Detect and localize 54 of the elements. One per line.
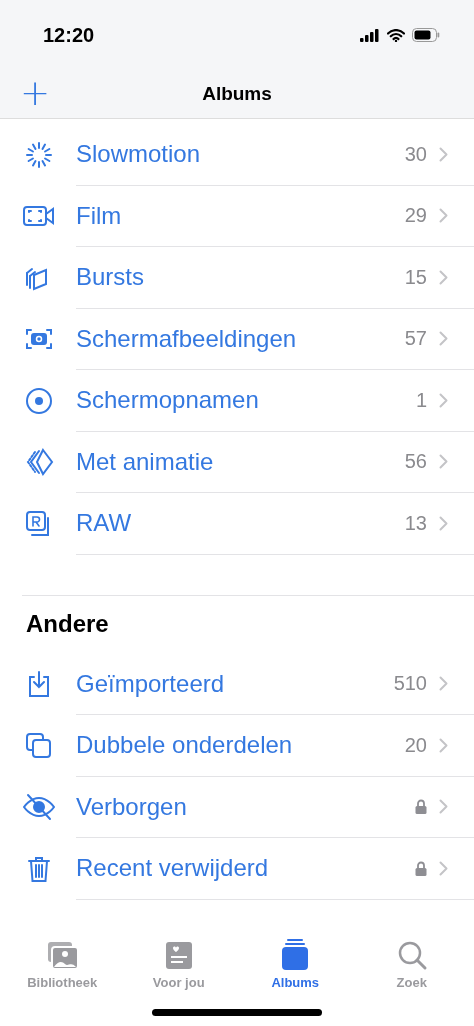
chevron-icon: [439, 331, 448, 347]
album-title: Schermopnamen: [76, 386, 260, 415]
album-count: 20: [404, 733, 427, 757]
album-count: 13: [404, 511, 427, 535]
album-row[interactable]: Schermopnamen 1: [0, 370, 474, 432]
album-count: 29: [404, 204, 427, 228]
album-title: RAW: [76, 509, 133, 538]
tab[interactable]: Voor jou: [123, 939, 234, 1009]
album-count: 30: [404, 142, 427, 166]
chevron-icon: [439, 392, 448, 408]
tab[interactable]: Bibliotheek: [7, 939, 118, 1009]
album-row[interactable]: Recent verwijderd: [0, 838, 474, 900]
chevron-icon: [439, 146, 448, 162]
album-count: 510: [393, 672, 427, 696]
album-title: Schermafbeeldingen: [76, 324, 298, 353]
chevron-icon: [439, 799, 448, 815]
album-row[interactable]: Met animatie 56: [0, 431, 474, 493]
album-count: 57: [404, 327, 427, 351]
chevron-icon: [439, 737, 448, 753]
nav-title: Albums: [202, 83, 272, 105]
album-count: 1: [415, 388, 427, 412]
status-time: 12:20: [43, 23, 95, 47]
album-title: Film: [76, 201, 123, 230]
album-row[interactable]: Bursts 15: [0, 247, 474, 309]
signal-icon: [360, 28, 380, 42]
album-row[interactable]: Film 29: [0, 185, 474, 247]
album-row[interactable]: Geïmporteerd 510: [0, 653, 474, 715]
chevron-icon: [439, 860, 448, 876]
chevron-icon: [439, 269, 448, 285]
section-header: Andere: [25, 608, 110, 639]
chevron-icon: [439, 208, 448, 224]
tab[interactable]: Albums: [240, 939, 351, 1009]
album-title: Verborgen: [76, 792, 188, 821]
battery-icon: [412, 28, 440, 42]
album-count: 56: [404, 450, 427, 474]
album-title: Bursts: [76, 263, 145, 292]
album-title: Dubbele onderdelen: [76, 731, 294, 760]
album-row[interactable]: Schermafbeeldingen 57: [0, 308, 474, 370]
chevron-icon: [439, 676, 448, 692]
album-row[interactable]: Dubbele onderdelen 20: [0, 715, 474, 777]
album-title: Recent verwijderd: [76, 854, 270, 883]
album-count: 15: [404, 265, 427, 289]
eye-slash-icon: [22, 792, 56, 823]
chevron-icon: [439, 515, 448, 531]
wifi-icon: [387, 28, 405, 42]
album-row[interactable]: Slowmotion 30: [0, 124, 474, 186]
album-title: Met animatie: [76, 447, 215, 476]
tab[interactable]: Zoek: [356, 939, 467, 1009]
add-button[interactable]: +: [14, 74, 57, 112]
album-row[interactable]: RAW 13: [0, 493, 474, 555]
album-title: Slowmotion: [76, 140, 202, 169]
chevron-icon: [439, 454, 448, 470]
album-row[interactable]: Verborgen: [0, 776, 474, 838]
album-title: Geïmporteerd: [76, 669, 226, 698]
